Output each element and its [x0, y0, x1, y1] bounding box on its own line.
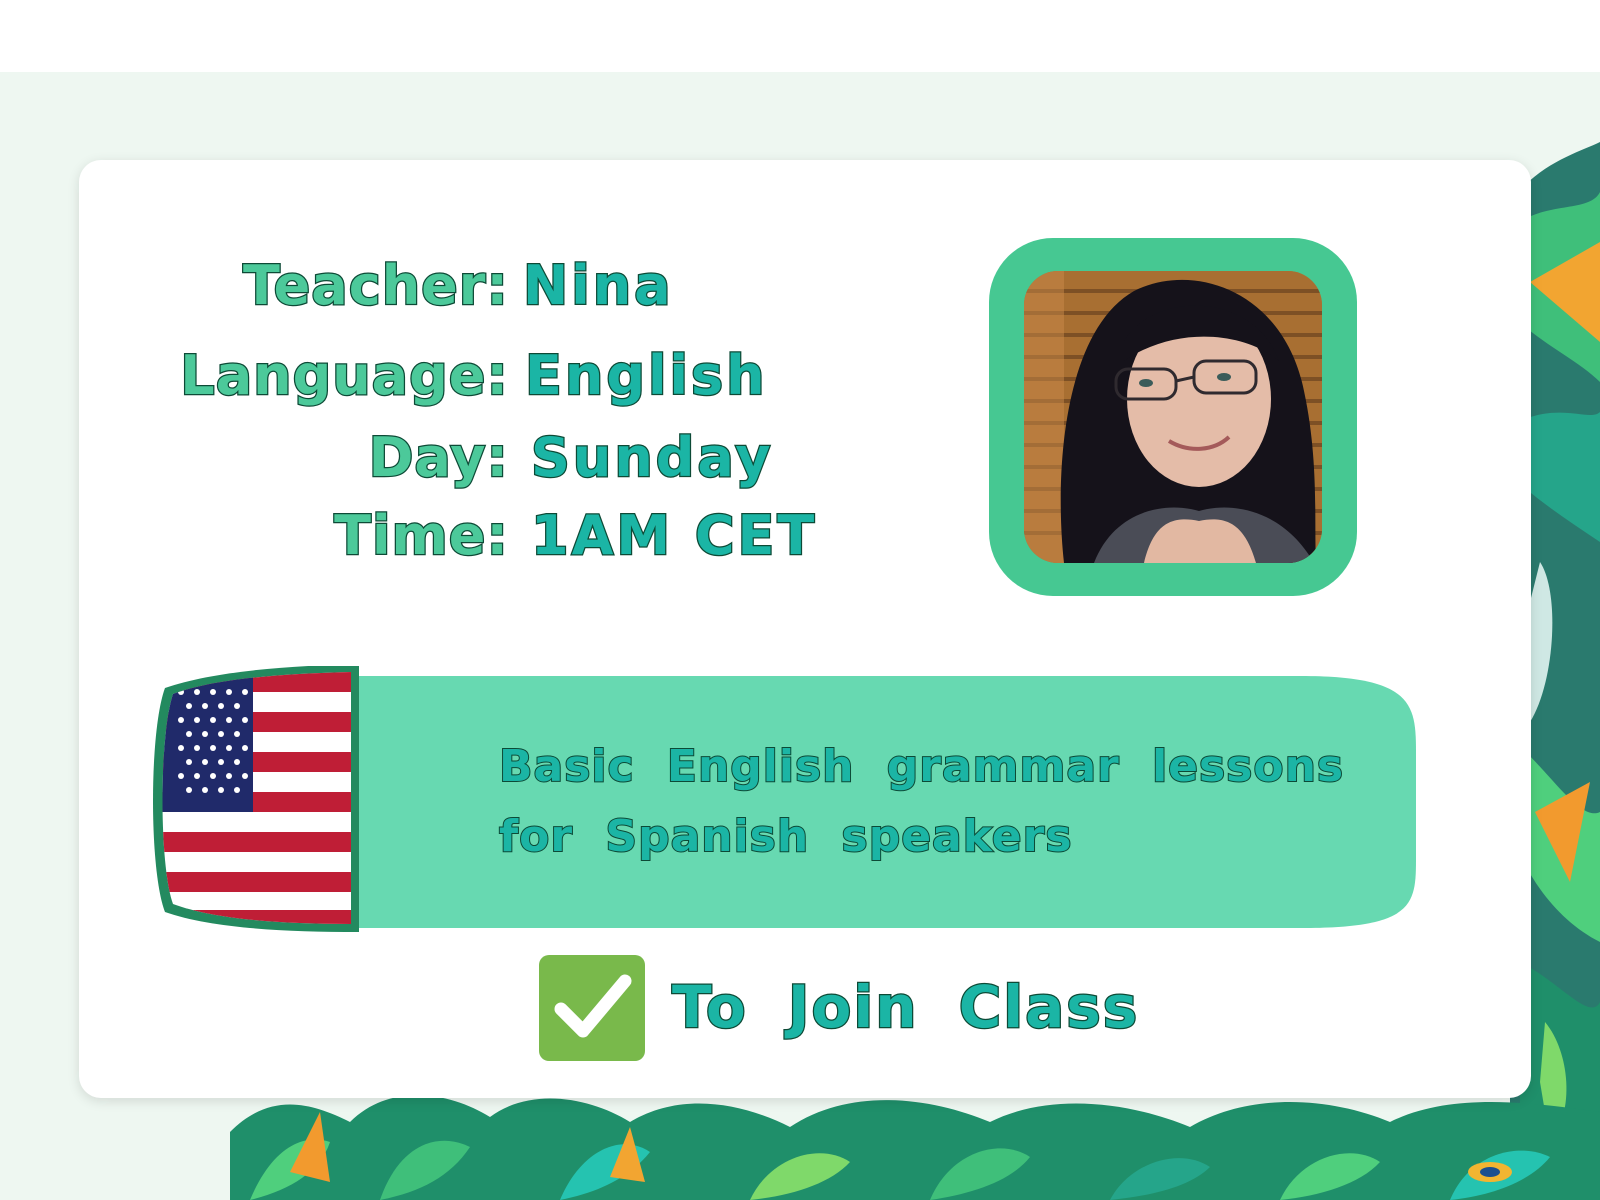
- description-line-2: for Spanish speakers: [498, 810, 1073, 863]
- teacher-value: Nina: [522, 253, 674, 319]
- language-value: English: [524, 343, 768, 409]
- class-description: Basic English grammar lessons for Spanis…: [498, 732, 1399, 872]
- time-row: Time: 1AM CET: [79, 496, 1079, 576]
- teacher-photo: [1024, 271, 1322, 563]
- day-row: Day: Sunday: [79, 418, 1079, 498]
- teacher-photo-frame: [989, 238, 1357, 596]
- class-description-banner: Basic English grammar lessons for Spanis…: [151, 666, 1421, 934]
- us-flag-icon: [153, 666, 359, 932]
- class-card: Teacher: Nina Language: English Day: Sun…: [79, 160, 1531, 1098]
- teacher-row: Teacher: Nina: [79, 246, 1079, 326]
- top-bar: [0, 0, 1600, 72]
- teacher-photo-image: [1024, 271, 1322, 563]
- day-label: Day:: [367, 425, 509, 491]
- check-mark-icon: [539, 955, 645, 1061]
- time-value: 1AM CET: [530, 503, 818, 569]
- join-class-label: To Join Class: [671, 972, 1140, 1043]
- language-label: Language:: [179, 343, 509, 409]
- description-line-1: Basic English grammar lessons: [498, 740, 1345, 793]
- join-class-button[interactable]: To Join Class: [539, 955, 1239, 1065]
- teacher-label: Teacher:: [242, 253, 510, 319]
- language-row: Language: English: [79, 336, 1079, 416]
- time-label: Time:: [333, 503, 509, 569]
- day-value: Sunday: [530, 425, 774, 491]
